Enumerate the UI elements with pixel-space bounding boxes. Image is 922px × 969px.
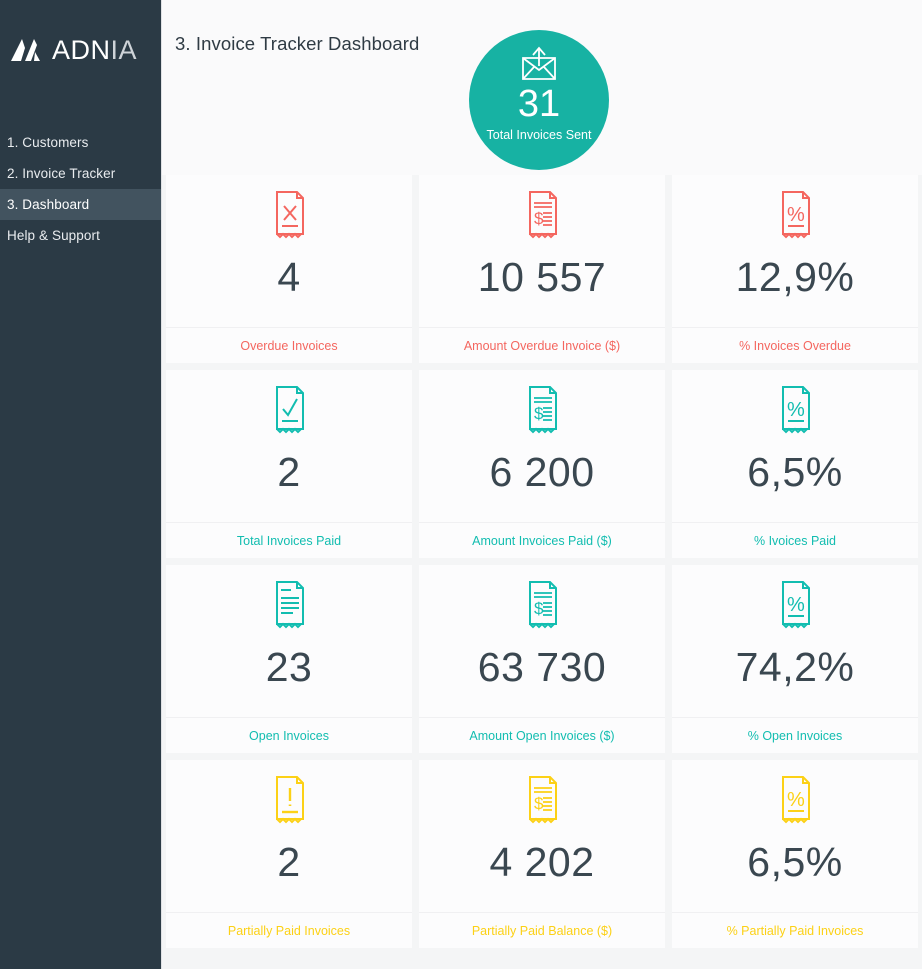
- brand-name-secondary: IA: [110, 34, 138, 65]
- kpi-card-amount-overdue[interactable]: $ 10 557 Amount Overdue Invoice ($): [419, 175, 665, 363]
- sidebar-item-dashboard[interactable]: 3. Dashboard: [0, 189, 161, 220]
- kpi-value: 6 200: [489, 449, 595, 495]
- invoice-dollar-icon: $: [521, 384, 563, 438]
- document-percent-icon: %: [774, 384, 816, 438]
- kpi-label: Amount Open Invoices ($): [419, 717, 665, 753]
- kpi-value: 6,5%: [747, 449, 843, 495]
- kpi-value: 6,5%: [747, 839, 843, 885]
- kpi-card-body: $ 10 557: [419, 175, 665, 327]
- invoice-dollar-icon: $: [521, 189, 563, 243]
- kpi-label: Amount Overdue Invoice ($): [419, 327, 665, 363]
- kpi-value: 2: [277, 449, 301, 495]
- kpi-value: 74,2%: [735, 644, 855, 690]
- kpi-value: 4: [277, 254, 301, 300]
- kpi-value: 2: [277, 839, 301, 885]
- kpi-card-open-invoices[interactable]: 23 Open Invoices: [166, 565, 412, 753]
- svg-text:%: %: [787, 594, 805, 616]
- adnia-logo-mark-icon: [9, 35, 43, 65]
- sidebar-item-label: 1. Customers: [7, 135, 89, 150]
- kpi-label: Amount Invoices Paid ($): [419, 522, 665, 558]
- sidebar-item-label: 2. Invoice Tracker: [7, 166, 116, 181]
- kpi-value: 23: [265, 644, 313, 690]
- kpi-card-percent-partially-paid[interactable]: % 6,5% % Partially Paid Invoices: [672, 760, 918, 948]
- kpi-label: Open Invoices: [166, 717, 412, 753]
- kpi-label: % Ivoices Paid: [672, 522, 918, 558]
- sidebar-item-label: Help & Support: [7, 228, 100, 243]
- sidebar-item-customers[interactable]: 1. Customers: [0, 127, 161, 158]
- document-exclamation-icon: [268, 774, 310, 828]
- kpi-value: 63 730: [477, 644, 607, 690]
- document-check-icon: [268, 384, 310, 438]
- kpi-card-body: 2: [166, 760, 412, 912]
- kpi-value: 10 557: [477, 254, 607, 300]
- svg-text:$: $: [534, 404, 544, 423]
- kpi-label: % Partially Paid Invoices: [672, 912, 918, 948]
- document-percent-icon: %: [774, 579, 816, 633]
- kpi-card-body: % 6,5%: [672, 760, 918, 912]
- brand-logo[interactable]: ADNIA: [0, 0, 161, 74]
- kpi-card-body: $ 6 200: [419, 370, 665, 522]
- brand-name: ADNIA: [52, 34, 138, 65]
- svg-text:%: %: [787, 789, 805, 811]
- document-x-icon: [268, 189, 310, 243]
- kpi-card-overdue-invoices[interactable]: 4 Overdue Invoices: [166, 175, 412, 363]
- kpi-card-amount-open-invoices[interactable]: $ 63 730 Amount Open Invoices ($): [419, 565, 665, 753]
- topbar: 3. Invoice Tracker Dashboard 31 Total In…: [162, 0, 922, 175]
- kpi-card-partially-paid-invoices[interactable]: 2 Partially Paid Invoices: [166, 760, 412, 948]
- kpi-row-open: 23 Open Invoices $ 63 730 Amount Open In…: [162, 565, 922, 753]
- page-title: 3. Invoice Tracker Dashboard: [175, 33, 420, 54]
- brand-name-primary: ADN: [52, 34, 111, 65]
- svg-text:$: $: [534, 209, 544, 228]
- invoice-dollar-icon: $: [521, 579, 563, 633]
- kpi-card-body: $ 63 730: [419, 565, 665, 717]
- document-lines-icon: [268, 579, 310, 633]
- total-invoices-sent-kpi: 31 Total Invoices Sent: [469, 30, 609, 170]
- kpi-card-amount-invoices-paid[interactable]: $ 6 200 Amount Invoices Paid ($): [419, 370, 665, 558]
- kpi-value: 4 202: [489, 839, 595, 885]
- kpi-grid: 4 Overdue Invoices $ 10 557 Amount Overd…: [162, 175, 922, 948]
- kpi-card-total-invoices-paid[interactable]: 2 Total Invoices Paid: [166, 370, 412, 558]
- kpi-card-body: 2: [166, 370, 412, 522]
- kpi-card-body: 4: [166, 175, 412, 327]
- svg-text:$: $: [534, 794, 544, 813]
- kpi-card-percent-open-invoices[interactable]: % 74,2% % Open Invoices: [672, 565, 918, 753]
- kpi-card-body: % 6,5%: [672, 370, 918, 522]
- main-content: 3. Invoice Tracker Dashboard 31 Total In…: [162, 0, 922, 969]
- kpi-card-percent-overdue[interactable]: % 12,9% % Invoices Overdue: [672, 175, 918, 363]
- sidebar-item-help-support[interactable]: Help & Support: [0, 220, 161, 251]
- kpi-card-body: $ 4 202: [419, 760, 665, 912]
- hero-value: 31: [517, 83, 561, 125]
- kpi-label: Total Invoices Paid: [166, 522, 412, 558]
- kpi-value: 12,9%: [735, 254, 855, 300]
- document-percent-icon: %: [774, 189, 816, 243]
- kpi-label: Overdue Invoices: [166, 327, 412, 363]
- invoice-dollar-icon: $: [521, 774, 563, 828]
- sidebar-nav: 1. Customers 2. Invoice Tracker 3. Dashb…: [0, 127, 161, 251]
- hero-label: Total Invoices Sent: [486, 128, 592, 142]
- kpi-label: Partially Paid Invoices: [166, 912, 412, 948]
- sidebar-item-label: 3. Dashboard: [7, 197, 90, 212]
- kpi-card-percent-invoices-paid[interactable]: % 6,5% % Ivoices Paid: [672, 370, 918, 558]
- kpi-card-body: % 12,9%: [672, 175, 918, 327]
- kpi-row-partially-paid: 2 Partially Paid Invoices $ 4 202 Partia…: [162, 760, 922, 948]
- sent-envelope-icon: [517, 46, 561, 82]
- sidebar-item-invoice-tracker[interactable]: 2. Invoice Tracker: [0, 158, 161, 189]
- dashboard-app: ADNIA 1. Customers 2. Invoice Tracker 3.…: [0, 0, 922, 969]
- kpi-card-body: % 74,2%: [672, 565, 918, 717]
- kpi-card-partially-paid-balance[interactable]: $ 4 202 Partially Paid Balance ($): [419, 760, 665, 948]
- kpi-card-body: 23: [166, 565, 412, 717]
- svg-text:%: %: [787, 399, 805, 421]
- sidebar: ADNIA 1. Customers 2. Invoice Tracker 3.…: [0, 0, 162, 969]
- kpi-row-paid: 2 Total Invoices Paid $ 6 200 Amount Inv…: [162, 370, 922, 558]
- kpi-row-overdue: 4 Overdue Invoices $ 10 557 Amount Overd…: [162, 175, 922, 363]
- kpi-label: % Invoices Overdue: [672, 327, 918, 363]
- kpi-label: % Open Invoices: [672, 717, 918, 753]
- kpi-label: Partially Paid Balance ($): [419, 912, 665, 948]
- svg-text:%: %: [787, 204, 805, 226]
- document-percent-icon: %: [774, 774, 816, 828]
- svg-text:$: $: [534, 599, 544, 618]
